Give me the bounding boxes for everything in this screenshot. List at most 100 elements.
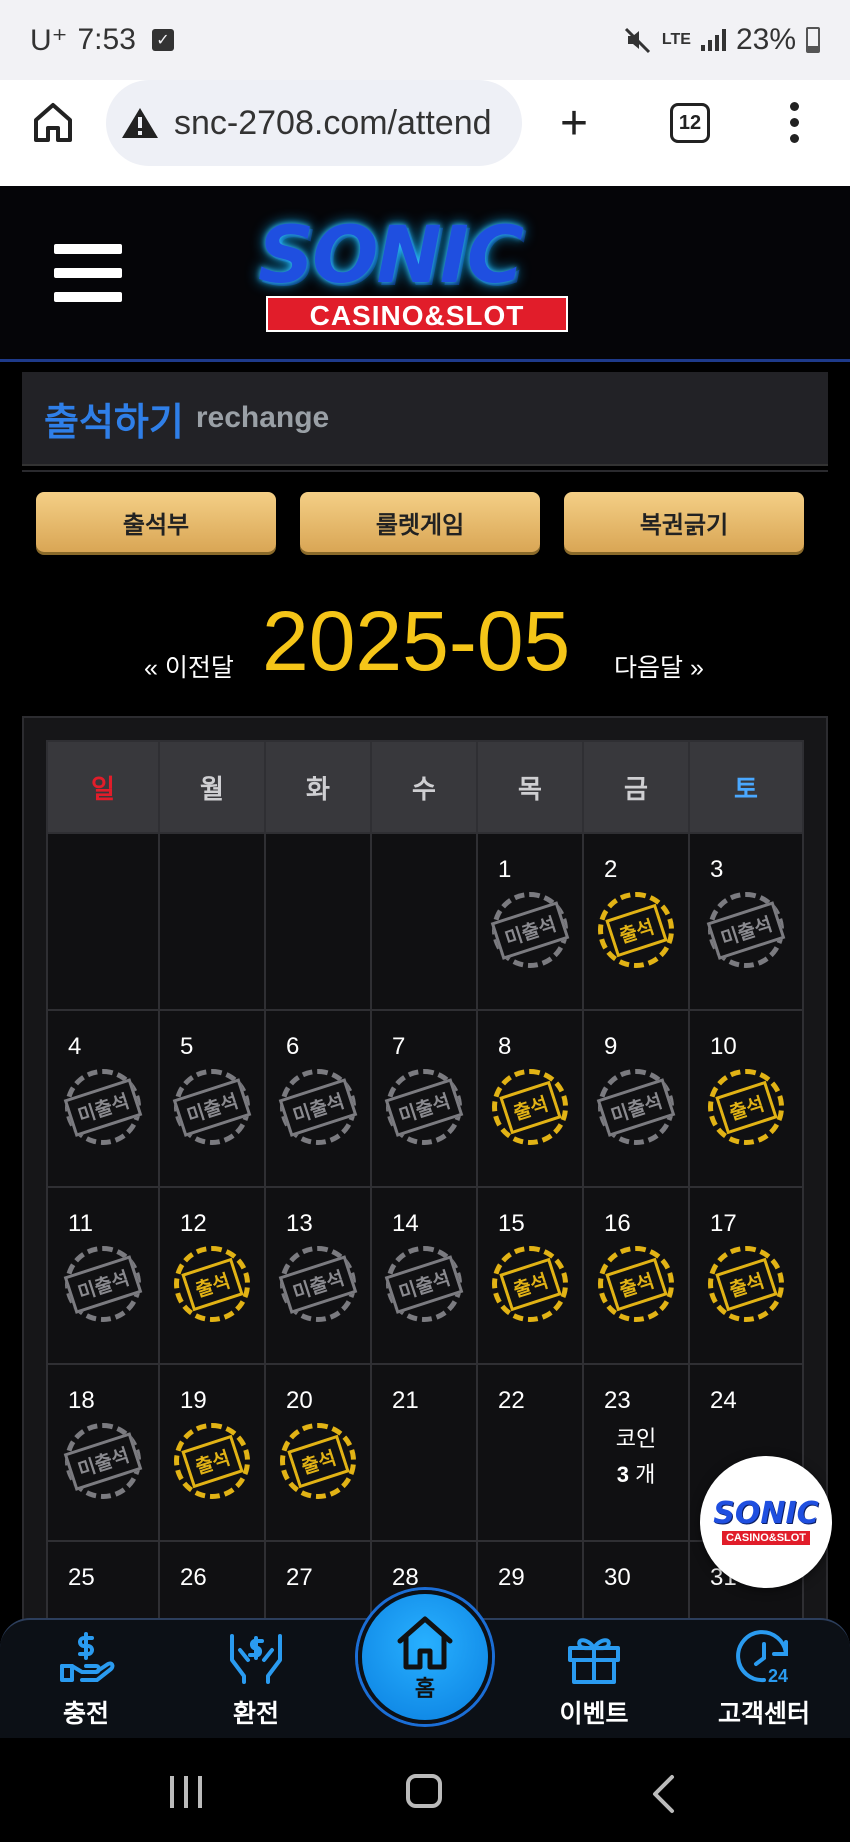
attended-stamp-icon: 출석: [708, 1246, 784, 1322]
day-number: 25: [68, 1564, 95, 1591]
coin-label: 코인: [615, 1426, 657, 1451]
attended-stamp-icon: 출석: [598, 1246, 674, 1322]
calendar-day-cell: 1 미출석: [476, 832, 584, 1011]
prev-month-link[interactable]: « 이전달: [144, 648, 234, 684]
calendar-week-row: 4 미출석 5 미출석 6 미출석 7 미출석 8 출석 9 미출석 10 출석: [46, 1009, 804, 1188]
coin-reward: 코인 3 개: [584, 1421, 688, 1493]
stamp-label: 미출석: [63, 1077, 143, 1137]
stamp-label: 미출석: [384, 1254, 464, 1314]
day-number: 3: [710, 856, 724, 883]
attended-stamp-icon: 출석: [492, 1246, 568, 1322]
month-navigation: « 이전달 2025-05 다음달 »: [0, 596, 850, 686]
back-icon[interactable]: [650, 1774, 676, 1814]
calendar-day-cell: 4 미출석: [46, 1009, 160, 1188]
day-number: 10: [710, 1033, 737, 1060]
status-bar: U⁺ 7:53 ✓ LTE 23%: [0, 0, 850, 80]
calendar-day-cell: 11 미출석: [46, 1186, 160, 1365]
stamp-label: 출석: [604, 1257, 668, 1311]
nav-event[interactable]: 이벤트: [524, 1620, 664, 1740]
nav-home[interactable]: 홈: [358, 1590, 492, 1724]
day-number: 6: [286, 1033, 300, 1060]
stamp-label: 미출석: [278, 1077, 358, 1137]
url-bar[interactable]: snc-2708.com/attend: [106, 80, 522, 166]
absent-stamp-icon: 미출석: [63, 1246, 143, 1322]
stamp-label: 출석: [714, 1080, 778, 1134]
calendar-day-cell: 21: [370, 1363, 478, 1542]
stamp-label: 출석: [286, 1434, 350, 1488]
new-tab-icon[interactable]: +: [560, 100, 588, 148]
nav-deposit[interactable]: 충전: [16, 1620, 156, 1740]
day-number: 24: [710, 1387, 737, 1414]
calendar-day-cell: 22: [476, 1363, 584, 1542]
mute-icon: [624, 27, 650, 54]
calendar-day-cell: 5 미출석: [158, 1009, 266, 1188]
day-number: 5: [180, 1033, 194, 1060]
calendar-day-cell: 19 출석: [158, 1363, 266, 1542]
calendar-empty-cell: [264, 832, 372, 1011]
url-text[interactable]: snc-2708.com/attend: [174, 104, 492, 143]
next-month-link[interactable]: 다음달 »: [614, 648, 704, 684]
nav-support[interactable]: 24 고객센터: [694, 1620, 834, 1740]
day-number: 1: [498, 856, 512, 883]
page-title-bar: 출석하기 rechange: [22, 372, 828, 466]
floating-logo-button[interactable]: SONIC CASINO&SLOT: [700, 1456, 832, 1588]
site-header: SONIC CASINO&SLOT: [0, 186, 850, 362]
day-number: 22: [498, 1387, 525, 1414]
divider: [22, 470, 828, 472]
stamp-label: 미출석: [278, 1254, 358, 1314]
stamp-label: 출석: [180, 1257, 244, 1311]
signal-icon: [700, 29, 726, 51]
weekday-header: 월: [158, 740, 266, 834]
nav-support-label: 고객센터: [717, 1700, 810, 1728]
weekday-header: 토: [688, 740, 804, 834]
browser-menu-icon[interactable]: [790, 102, 802, 143]
svg-text:24: 24: [768, 1666, 788, 1686]
tab-lottery[interactable]: 복권긁기: [564, 492, 804, 552]
absent-stamp-icon: 미출석: [384, 1246, 464, 1322]
absent-stamp-icon: 미출석: [596, 1069, 676, 1145]
stamp-label: 미출석: [63, 1254, 143, 1314]
stamp-label: 출석: [498, 1257, 562, 1311]
calendar-week-row: 1 미출석 2 출석 3 미출석: [46, 832, 804, 1011]
day-number: 23: [604, 1387, 631, 1414]
network-type: LTE: [661, 31, 691, 48]
coin-unit: 개: [635, 1462, 656, 1487]
floating-logo-subtitle: CASINO&SLOT: [721, 1531, 811, 1545]
hamburger-menu-icon[interactable]: [54, 244, 122, 302]
tab-switcher-button[interactable]: 12: [670, 103, 710, 143]
not-secure-warning-icon[interactable]: [120, 106, 160, 140]
weekday-header: 목: [476, 740, 584, 834]
nav-exchange-label: 환전: [232, 1700, 279, 1728]
day-number: 2: [604, 856, 618, 883]
calendar-day-cell: 8 출석: [476, 1009, 584, 1188]
day-number: 17: [710, 1210, 737, 1237]
stamp-label: 미출석: [490, 900, 570, 960]
nav-event-label: 이벤트: [559, 1700, 629, 1728]
absent-stamp-icon: 미출석: [63, 1423, 143, 1499]
absent-stamp-icon: 미출석: [63, 1069, 143, 1145]
calendar-day-cell: 12 출석: [158, 1186, 266, 1365]
stamp-label: 미출석: [63, 1431, 143, 1491]
day-number: 20: [286, 1387, 313, 1414]
absent-stamp-icon: 미출석: [384, 1069, 464, 1145]
calendar-day-cell: 10 출석: [688, 1009, 804, 1188]
attended-stamp-icon: 출석: [708, 1069, 784, 1145]
tab-roulette[interactable]: 룰렛게임: [300, 492, 540, 552]
day-number: 30: [604, 1564, 631, 1591]
nav-exchange[interactable]: 환전: [186, 1620, 326, 1740]
browser-home-icon[interactable]: [32, 100, 74, 144]
day-number: 8: [498, 1033, 512, 1060]
calendar-day-cell: 15 출석: [476, 1186, 584, 1365]
battery-icon: [806, 27, 820, 53]
nav-deposit-label: 충전: [62, 1700, 109, 1728]
calendar-empty-cell: [158, 832, 266, 1011]
tab-attendance[interactable]: 출석부: [36, 492, 276, 552]
calendar-day-cell: 3 미출석: [688, 832, 804, 1011]
calendar-day-cell: 13 미출석: [264, 1186, 372, 1365]
calendar-day-cell: 2 출석: [582, 832, 690, 1011]
system-home-icon[interactable]: [406, 1774, 442, 1808]
coin-count: 3: [616, 1462, 629, 1487]
site-logo[interactable]: SONIC CASINO&SLOT: [250, 216, 590, 332]
recent-apps-icon[interactable]: [170, 1776, 202, 1808]
floating-logo-wordmark: SONIC: [713, 1496, 819, 1531]
